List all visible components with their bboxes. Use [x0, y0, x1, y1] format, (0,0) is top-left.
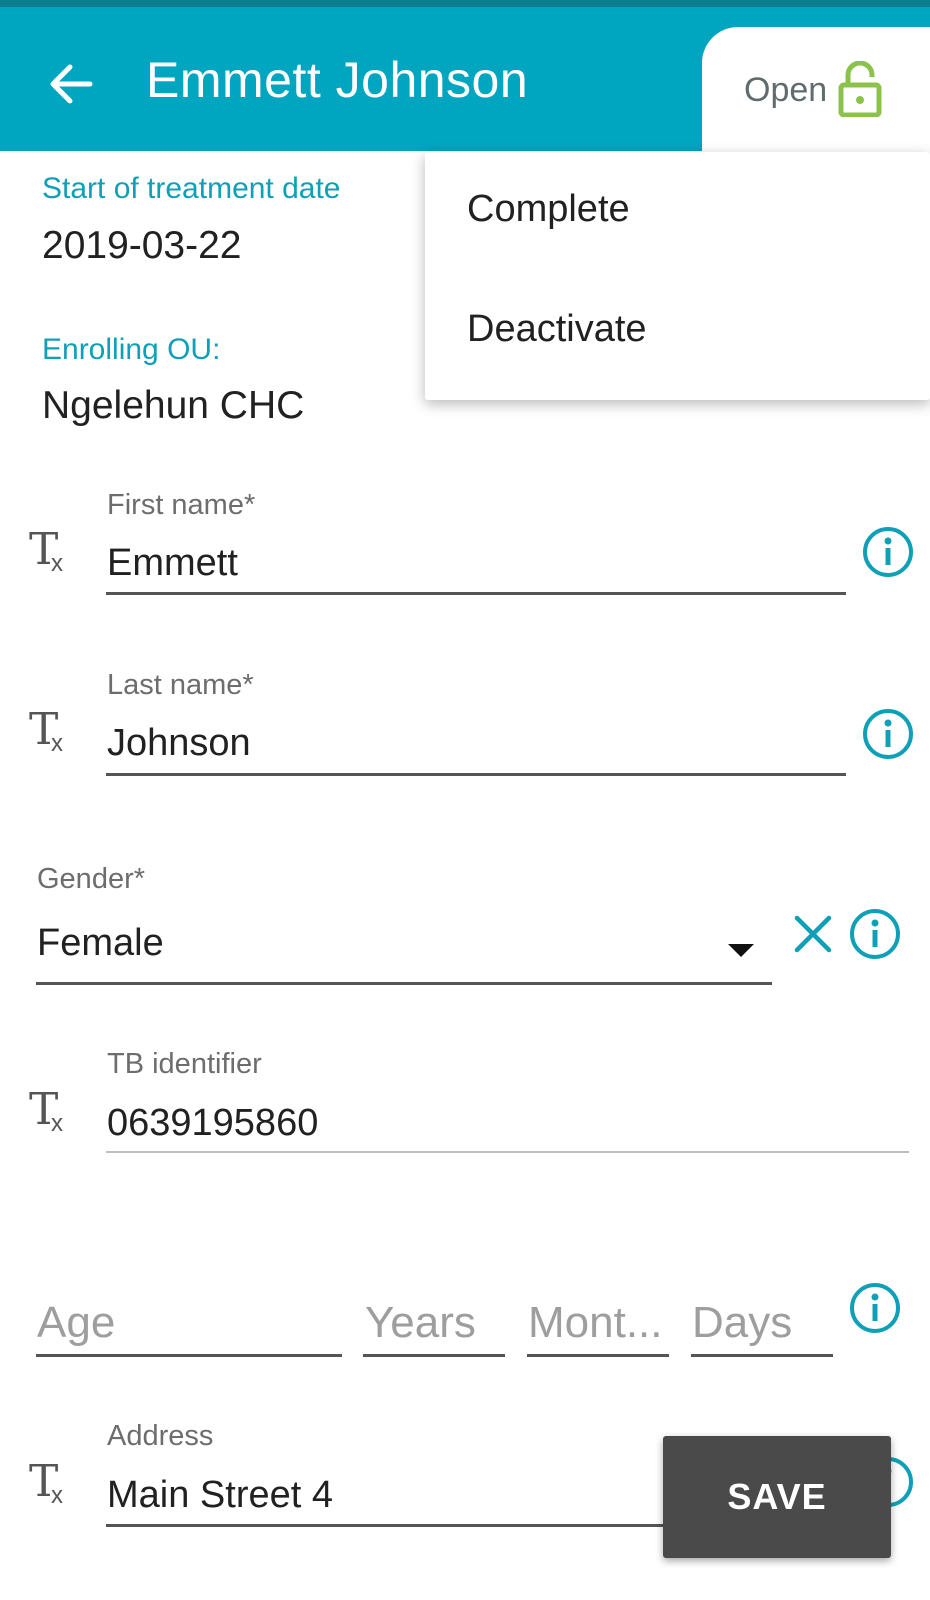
info-icon[interactable] — [848, 1281, 902, 1335]
enrolling-ou-value: Ngelehun CHC — [42, 384, 305, 427]
address-label: Address — [107, 1420, 214, 1452]
status-bar-strip — [0, 0, 930, 7]
info-icon[interactable] — [848, 907, 902, 961]
enrolling-ou-label: Enrolling OU: — [42, 333, 221, 366]
menu-item-complete[interactable]: Complete — [467, 188, 630, 231]
status-label: Open — [744, 71, 828, 109]
back-arrow-icon[interactable] — [44, 57, 98, 111]
menu-item-deactivate[interactable]: Deactivate — [467, 308, 647, 351]
text-field-icon: Tx — [29, 1084, 63, 1137]
clear-icon[interactable] — [791, 912, 835, 956]
age-underline — [36, 1354, 342, 1357]
age-months-input[interactable]: Mont... — [528, 1298, 663, 1348]
text-field-icon: Tx — [29, 1456, 63, 1509]
months-underline — [527, 1354, 669, 1357]
dropdown-arrow-icon[interactable] — [728, 944, 754, 957]
lock-open-icon — [838, 60, 882, 118]
start-date-label: Start of treatment date — [42, 172, 341, 205]
first-name-underline — [106, 592, 846, 595]
days-underline — [691, 1354, 833, 1357]
save-button-label: SAVE — [727, 1476, 827, 1517]
tb-identifier-input[interactable]: 0639195860 — [107, 1102, 318, 1145]
text-field-icon: Tx — [29, 704, 63, 757]
page-title: Emmett Johnson — [146, 52, 529, 108]
save-button[interactable]: SAVE — [663, 1436, 891, 1558]
text-field-icon: Tx — [29, 524, 63, 577]
last-name-label: Last name* — [107, 669, 254, 701]
gender-label: Gender* — [37, 863, 146, 895]
age-input[interactable]: Age — [37, 1298, 115, 1348]
age-years-input[interactable]: Years — [365, 1298, 476, 1348]
first-name-input[interactable]: Emmett — [107, 542, 238, 585]
last-name-underline — [106, 773, 846, 776]
status-menu: Complete Deactivate — [425, 152, 930, 400]
years-underline — [363, 1354, 505, 1357]
tb-identifier-label: TB identifier — [107, 1048, 262, 1080]
tb-identifier-underline — [106, 1151, 909, 1153]
start-date-value: 2019-03-22 — [42, 224, 242, 267]
gender-select[interactable]: Female — [37, 922, 164, 965]
first-name-label: First name* — [107, 489, 256, 521]
info-icon[interactable] — [861, 707, 915, 761]
last-name-input[interactable]: Johnson — [107, 722, 251, 765]
info-icon[interactable] — [861, 525, 915, 579]
address-input[interactable]: Main Street 4 — [107, 1474, 333, 1517]
gender-underline — [36, 982, 772, 985]
enrollment-status-tab[interactable]: Open — [702, 27, 930, 153]
age-days-input[interactable]: Days — [692, 1298, 792, 1348]
